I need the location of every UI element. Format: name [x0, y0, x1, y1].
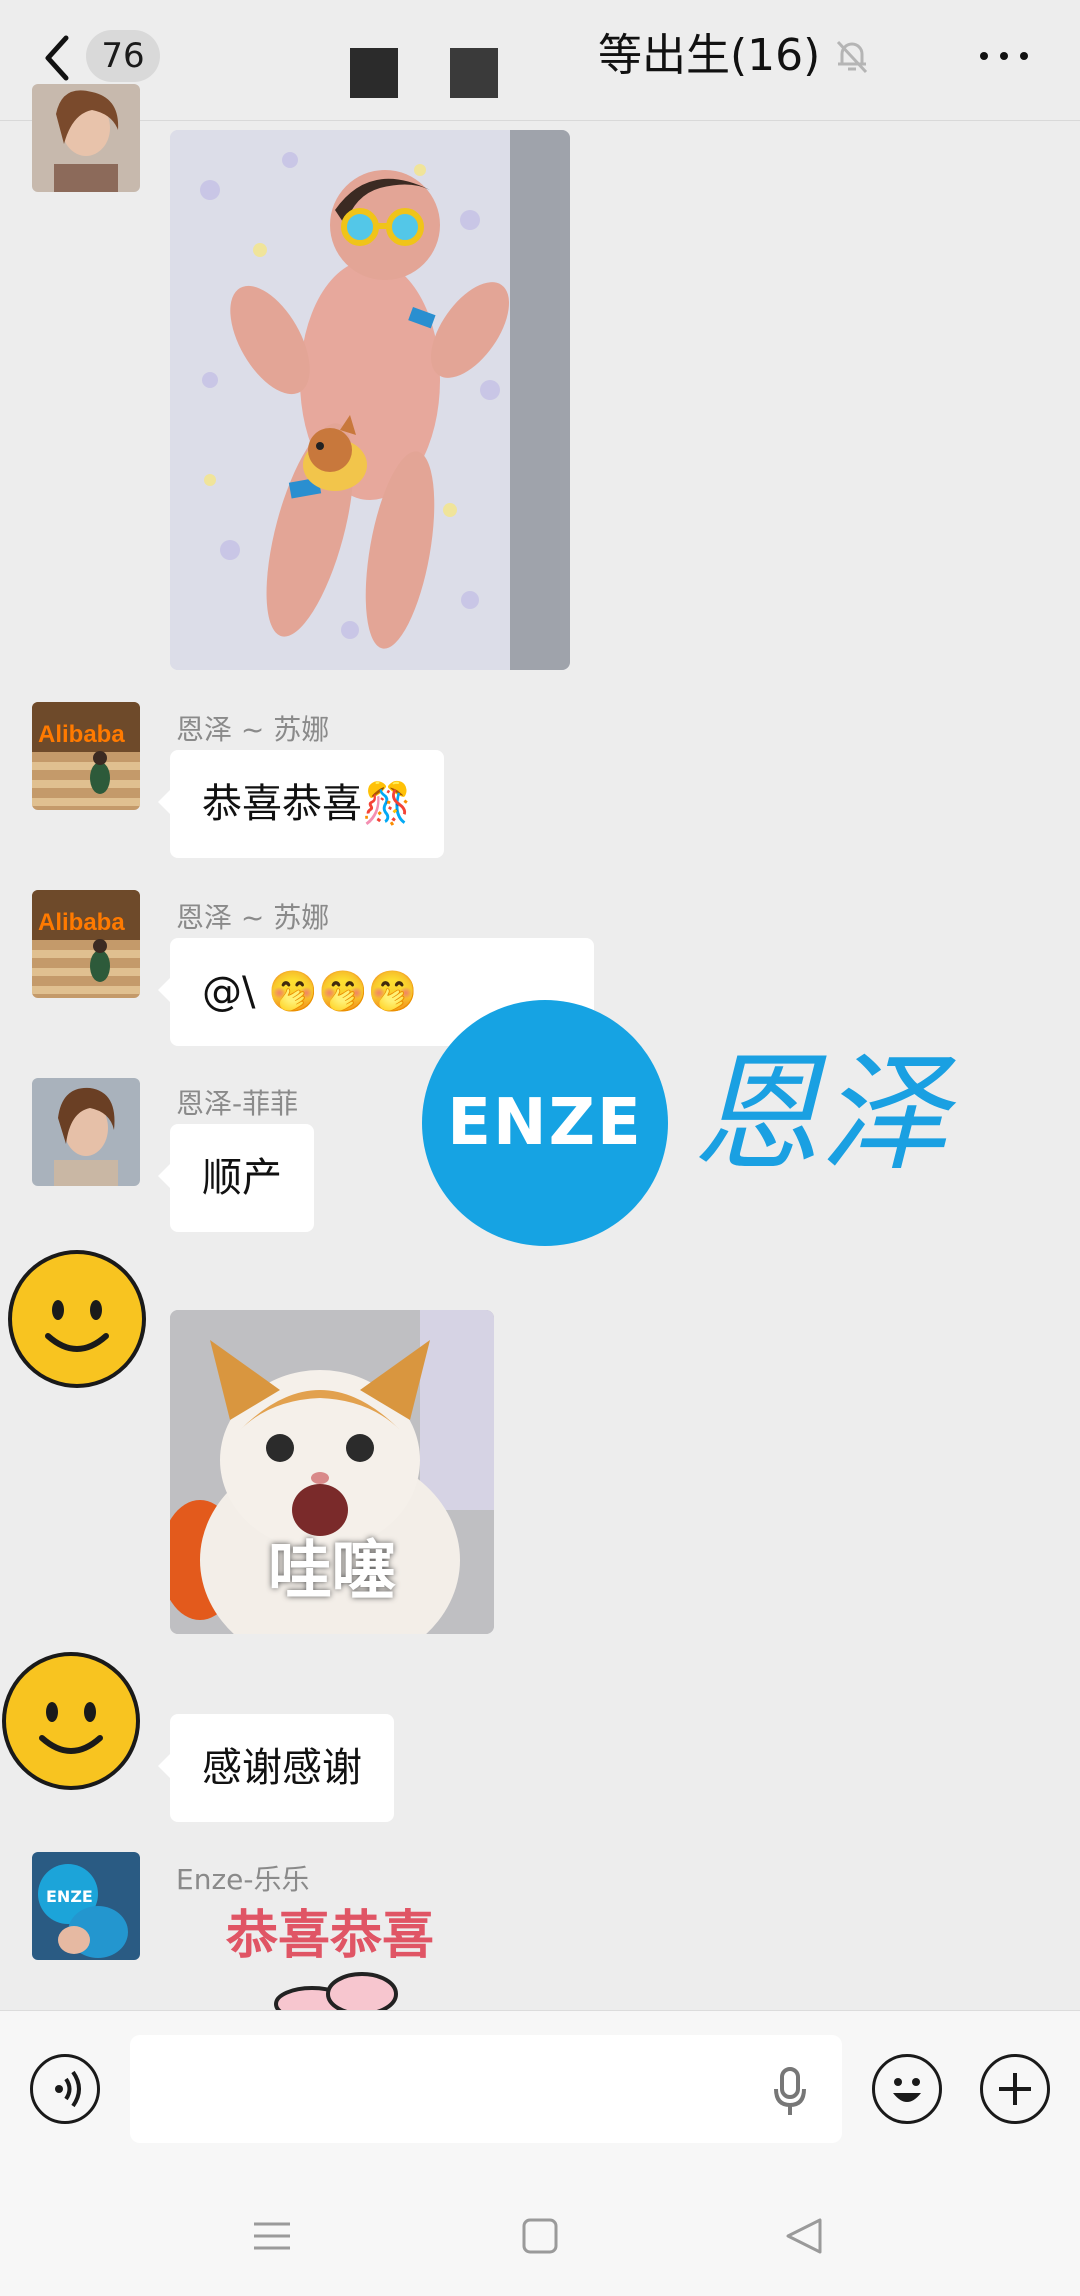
message-bubble[interactable]: 顺产 [158, 1124, 314, 1232]
system-nav-bar [0, 2166, 1080, 2296]
sender-name: 恩泽-菲菲 [176, 1087, 299, 1120]
voice-icon[interactable] [30, 2054, 100, 2124]
sticker-text[interactable]: 恭喜恭喜 [226, 1904, 434, 1968]
home-icon[interactable] [522, 2218, 558, 2254]
back-triangle-icon[interactable] [786, 2218, 822, 2254]
input-bar [0, 2010, 1080, 2167]
avatar[interactable] [32, 84, 140, 192]
watermark-text: 恩泽 [692, 1040, 949, 1189]
message-bubble[interactable]: 感谢感谢 [158, 1714, 394, 1822]
avatar-enze[interactable]: ENZE [32, 1852, 140, 1960]
cat-sticker[interactable]: 哇噻 [170, 1310, 494, 1634]
bunny-ears-sticker [274, 1972, 398, 2010]
avatar-alibaba[interactable]: Alibaba [32, 702, 140, 810]
sender-name: 恩泽 ~ 苏娜 [176, 713, 330, 746]
sticker-caption: 哇噻 [268, 1535, 396, 1609]
sender-name: 恩泽 ~ 苏娜 [176, 901, 330, 934]
menu-icon[interactable] [254, 2220, 290, 2252]
smiley-avatar-cover[interactable] [2, 1652, 140, 1790]
mic-icon[interactable] [770, 2065, 810, 2117]
sender-name: Enze-乐乐 [176, 1863, 310, 1896]
redaction-block [350, 48, 398, 98]
chat-header: 76 等出生(16) [0, 0, 1080, 121]
avatar-alibaba[interactable]: Alibaba [32, 890, 140, 998]
enze-logo: ENZE [46, 1887, 93, 1906]
message-bubble[interactable]: 恭喜恭喜🎊 [158, 750, 444, 858]
alibaba-logo: Alibaba [38, 721, 125, 748]
bell-off-icon [836, 40, 868, 74]
watermark-logo: ENZE [422, 1000, 668, 1246]
message-input[interactable] [130, 2035, 842, 2143]
chevron-left-icon[interactable] [38, 30, 78, 86]
avatar[interactable] [32, 1078, 140, 1186]
more-icon[interactable] [976, 36, 1032, 76]
baby-photo[interactable] [170, 130, 570, 670]
alibaba-logo: Alibaba [38, 909, 125, 936]
unread-count-badge[interactable]: 76 [86, 30, 160, 82]
plus-icon[interactable] [980, 2054, 1050, 2124]
redaction-block [450, 48, 498, 98]
emoji-icon[interactable] [872, 2054, 942, 2124]
chat-title: 等出生(16) [598, 30, 821, 81]
smiley-avatar-cover[interactable] [8, 1250, 146, 1388]
